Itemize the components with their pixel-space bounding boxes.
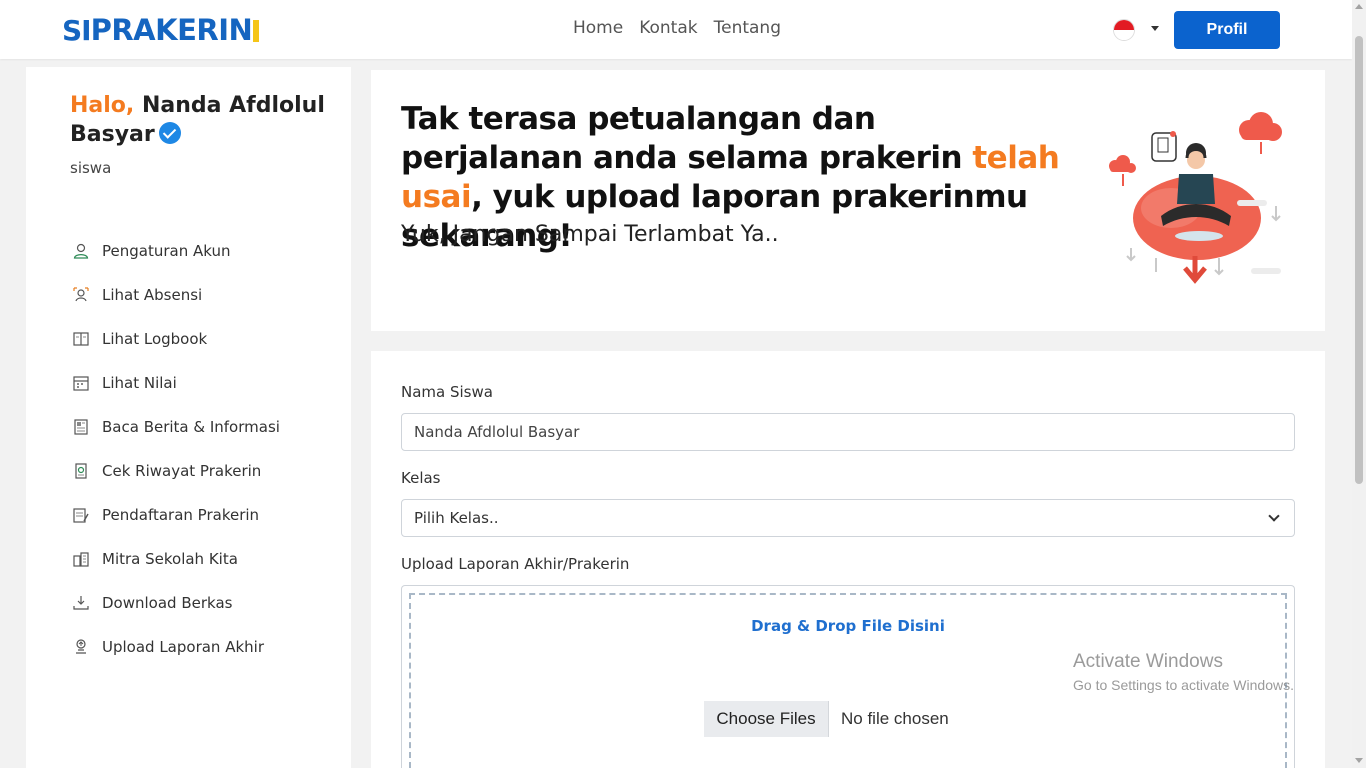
sidebar-item-label: Upload Laporan Akhir xyxy=(102,638,264,656)
sidebar-item-lihat-nilai[interactable]: Lihat Nilai xyxy=(72,361,280,405)
registration-icon xyxy=(72,506,90,524)
page-scrollbar[interactable] xyxy=(1352,0,1366,768)
sidebar-menu: Pengaturan Akun Lihat Absensi Lihat Logb… xyxy=(72,229,280,669)
nav-tentang-link[interactable]: Tentang xyxy=(714,18,781,38)
logbook-icon xyxy=(72,330,90,348)
main-nav: Home Kontak Tentang xyxy=(573,18,781,38)
sidebar-item-mitra-sekolah[interactable]: Mitra Sekolah Kita xyxy=(72,537,280,581)
history-icon xyxy=(72,462,90,480)
partner-icon xyxy=(72,550,90,568)
upload-label: Upload Laporan Akhir/Prakerin xyxy=(401,555,630,573)
upload-icon xyxy=(72,638,90,656)
download-icon xyxy=(72,594,90,612)
attendance-icon xyxy=(72,286,90,304)
profile-button[interactable]: Profil xyxy=(1174,11,1280,49)
logo-accent-bar xyxy=(253,20,260,42)
sidebar-item-upload-laporan[interactable]: Upload Laporan Akhir xyxy=(72,625,280,669)
sidebar-item-label: Lihat Nilai xyxy=(102,374,177,392)
watermark-subtitle: Go to Settings to activate Windows. xyxy=(1073,677,1294,693)
user-settings-icon xyxy=(72,242,90,260)
choose-files-button[interactable]: Choose Files xyxy=(704,701,829,737)
nav-home-link[interactable]: Home xyxy=(573,18,623,38)
class-label: Kelas xyxy=(401,469,441,487)
sidebar-item-lihat-absensi[interactable]: Lihat Absensi xyxy=(72,273,280,317)
sidebar-item-baca-berita[interactable]: Baca Berita & Informasi xyxy=(72,405,280,449)
sidebar-item-download-berkas[interactable]: Download Berkas xyxy=(72,581,280,625)
student-name-input[interactable] xyxy=(401,413,1295,451)
sidebar-item-label: Baca Berita & Informasi xyxy=(102,418,280,436)
language-dropdown-caret-icon[interactable] xyxy=(1151,26,1159,31)
sidebar-item-lihat-logbook[interactable]: Lihat Logbook xyxy=(72,317,280,361)
top-navbar: SI PRAKERIN Home Kontak Tentang Profil xyxy=(0,0,1352,59)
greeting-heading: Halo, Nanda Afdlolul Basyar xyxy=(70,91,330,149)
user-role: siswa xyxy=(70,159,112,177)
class-select[interactable]: Pilih Kelas.. xyxy=(401,499,1295,537)
verified-badge-icon xyxy=(158,122,181,144)
activate-windows-watermark: Activate Windows Go to Settings to activ… xyxy=(1073,651,1294,693)
student-beanbag-illustration xyxy=(1101,108,1291,288)
sidebar-item-label: Pendaftaran Prakerin xyxy=(102,506,260,524)
siprakerin-logo[interactable]: SI PRAKERIN xyxy=(62,12,260,48)
sidebar-item-cek-riwayat[interactable]: Cek Riwayat Prakerin xyxy=(72,449,280,493)
sidebar-item-label: Pengaturan Akun xyxy=(102,242,231,260)
sidebar-item-label: Lihat Logbook xyxy=(102,330,208,348)
logo-text: PRAKERIN xyxy=(90,13,253,47)
student-name-label: Nama Siswa xyxy=(401,383,493,401)
dropzone-text: Drag & Drop File Disini xyxy=(751,617,945,635)
sidebar-item-label: Mitra Sekolah Kita xyxy=(102,550,238,568)
scroll-down-arrow-icon[interactable] xyxy=(1355,758,1363,763)
hero-title-part1: Tak terasa petualangan dan perjalanan an… xyxy=(401,101,973,176)
sidebar-item-label: Cek Riwayat Prakerin xyxy=(102,462,262,480)
hero-subtitle: Yuk, Jangan Sampai Terlambat Ya.. xyxy=(401,222,779,247)
greeting-prefix: Halo, xyxy=(70,93,135,118)
sidebar-item-pendaftaran[interactable]: Pendaftaran Prakerin xyxy=(72,493,280,537)
watermark-title: Activate Windows xyxy=(1073,651,1223,672)
file-input: Choose Files No file chosen xyxy=(704,701,949,737)
sidebar-item-label: Download Berkas xyxy=(102,594,233,612)
sidebar: Halo, Nanda Afdlolul Basyar siswa Pengat… xyxy=(26,67,351,768)
hero-card: Tak terasa petualangan dan perjalanan an… xyxy=(371,70,1325,331)
class-select-value: Pilih Kelas.. xyxy=(414,509,499,527)
nav-kontak-link[interactable]: Kontak xyxy=(639,18,697,38)
scrollbar-thumb[interactable] xyxy=(1355,36,1363,484)
sidebar-item-pengaturan-akun[interactable]: Pengaturan Akun xyxy=(72,229,280,273)
sidebar-item-label: Lihat Absensi xyxy=(102,286,203,304)
chevron-down-icon xyxy=(1268,510,1280,522)
indonesia-flag-icon[interactable] xyxy=(1113,19,1135,41)
news-icon xyxy=(72,418,90,436)
calendar-grade-icon xyxy=(72,374,90,392)
file-status-text: No file chosen xyxy=(841,709,949,728)
upload-report-form: Nama Siswa Kelas Pilih Kelas.. Upload La… xyxy=(371,351,1325,768)
scroll-up-arrow-icon[interactable] xyxy=(1355,4,1363,9)
logo-prefix: SI xyxy=(62,13,92,47)
